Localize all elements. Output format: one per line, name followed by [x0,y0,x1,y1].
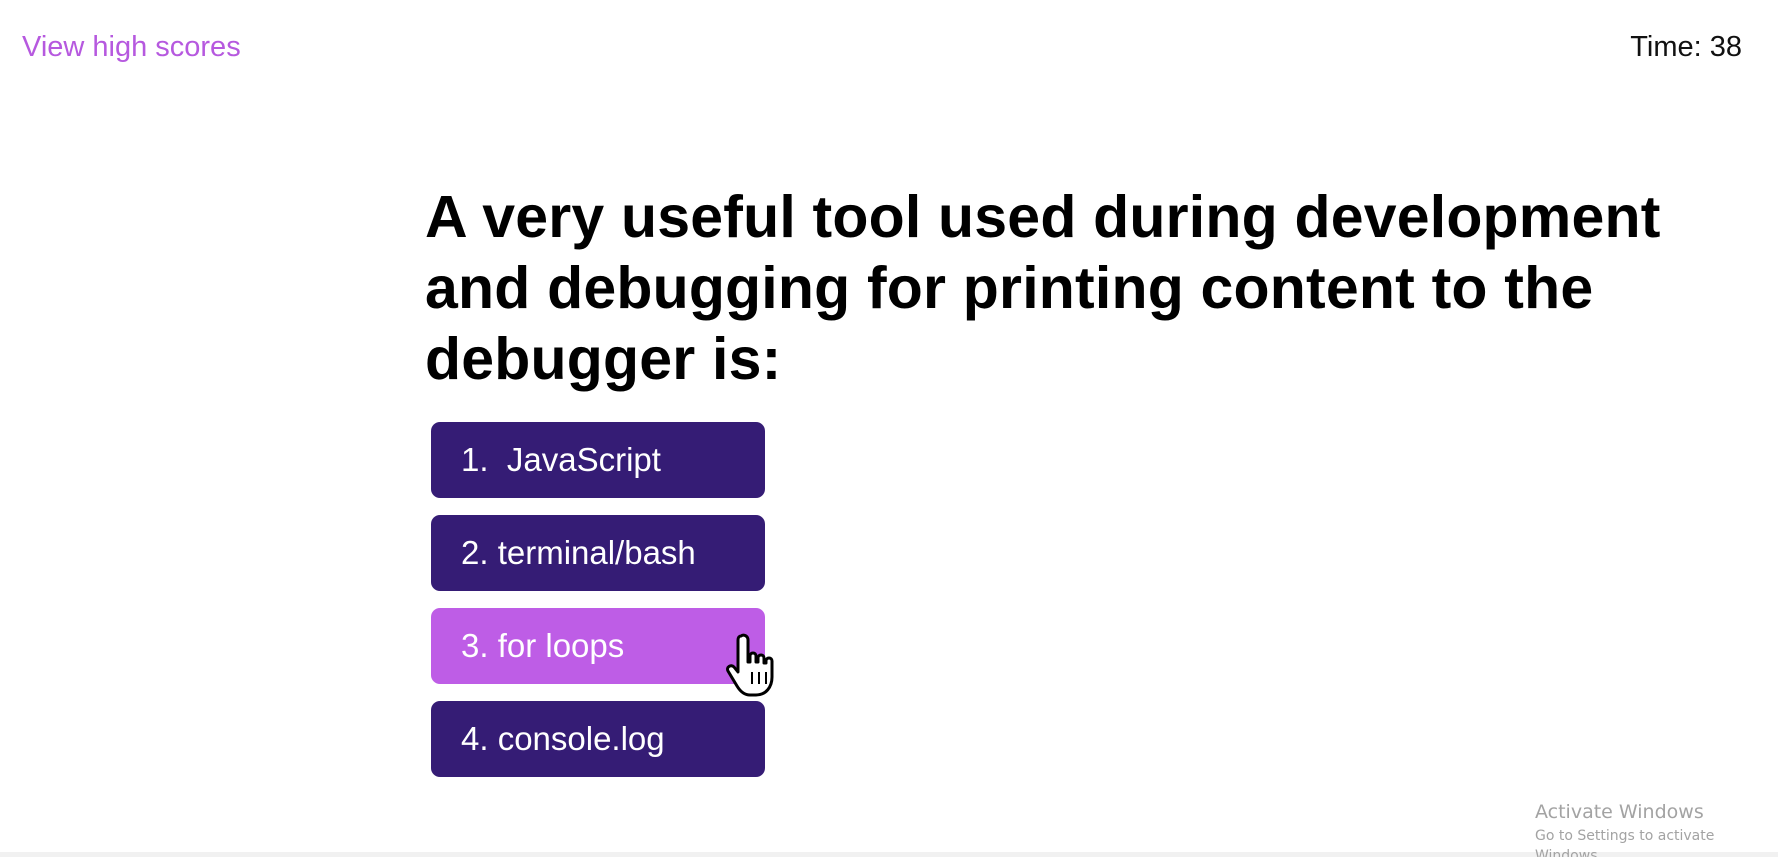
hand-pointer-icon [726,633,774,697]
timer-value: 38 [1709,31,1742,63]
bottom-edge [0,852,1778,857]
timer: Time: 38 [1630,29,1742,65]
answer-button-4[interactable]: 4. console.log [431,701,765,777]
watermark-title: Activate Windows [1535,801,1704,823]
answer-list: 1. JavaScript 2. terminal/bash 3. for lo… [431,422,765,794]
answer-button-3[interactable]: 3. for loops [431,608,765,684]
watermark-subtitle: Go to Settings to activate Windows. [1535,828,1715,857]
timer-label: Time: [1630,31,1702,63]
activate-windows-watermark: Activate Windows Go to Settings to activ… [1535,800,1778,857]
view-high-scores-link[interactable]: View high scores [22,29,241,65]
answer-button-2[interactable]: 2. terminal/bash [431,515,765,591]
answer-button-1[interactable]: 1. JavaScript [431,422,765,498]
question-text: A very useful tool used during developme… [425,184,1661,392]
